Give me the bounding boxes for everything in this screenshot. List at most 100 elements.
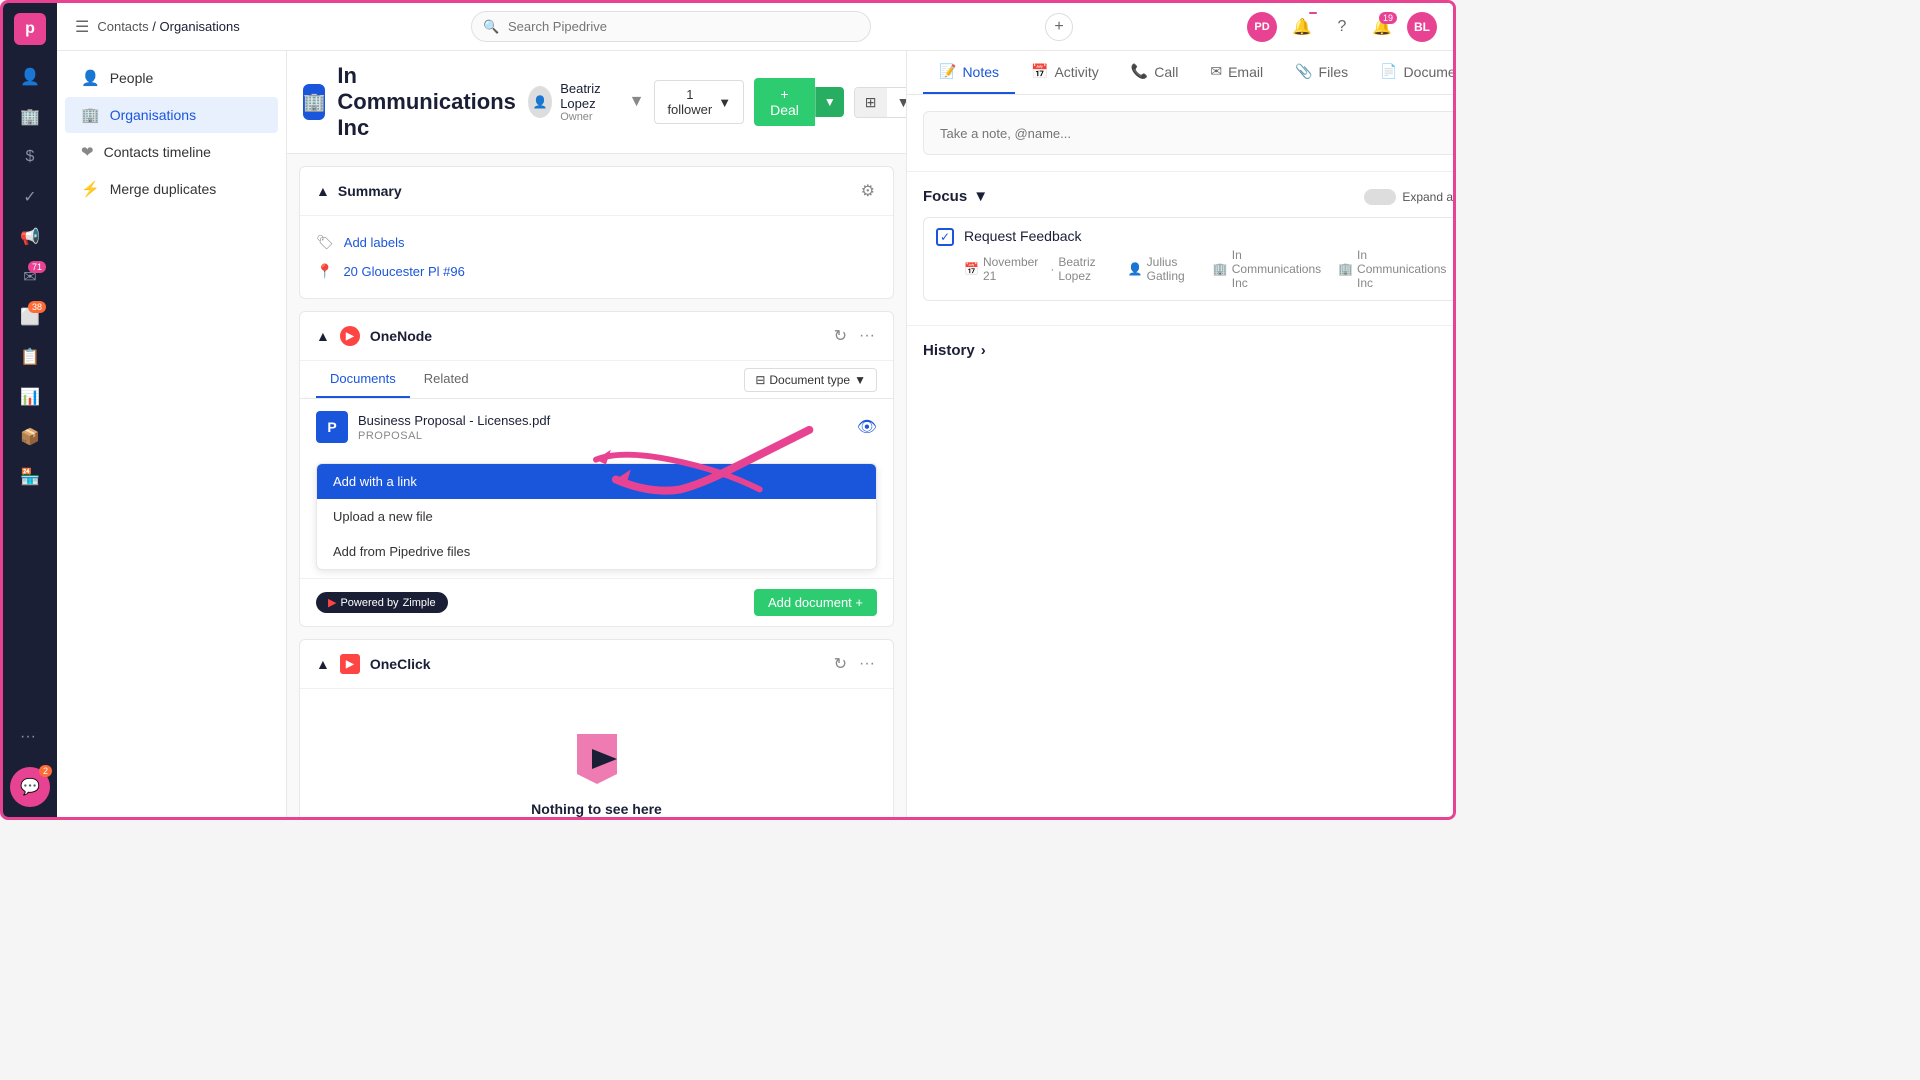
org2-text: In Communications Inc bbox=[1357, 248, 1451, 290]
tab-files[interactable]: 📎 Files bbox=[1279, 51, 1364, 94]
deal-button[interactable]: + Deal bbox=[754, 78, 815, 126]
tab-documents[interactable]: 📄 Documents bbox=[1364, 51, 1453, 94]
inbox-badge: 71 bbox=[28, 261, 46, 273]
oneclick-empty-state: Nothing to see here No buttons visible i… bbox=[300, 689, 893, 817]
task-person: 👤 Julius Gatling bbox=[1128, 255, 1201, 283]
upload-new-file-item[interactable]: Upload a new file bbox=[317, 499, 876, 534]
zimple-icon: ▶ bbox=[328, 596, 336, 609]
task-assignee: · Beatriz Lopez bbox=[1050, 255, 1115, 283]
note-input[interactable] bbox=[923, 111, 1453, 155]
expand-all-toggle[interactable]: Expand all items bbox=[1364, 189, 1453, 205]
onenode-refresh-button[interactable]: ↻ bbox=[832, 324, 849, 348]
nav-item-organisations[interactable]: 🏢 Organisations bbox=[65, 97, 278, 133]
sidebar-icon-more[interactable]: ··· bbox=[10, 719, 46, 755]
doc-icon: P bbox=[316, 411, 348, 443]
location-icon: 📍 bbox=[316, 263, 333, 280]
merge-icon: ⚡ bbox=[81, 180, 100, 198]
toggle-switch[interactable] bbox=[1364, 189, 1396, 205]
sidebar-icon-analytics[interactable]: 📊 bbox=[12, 379, 48, 415]
share-icon-btn[interactable]: 🔔 bbox=[1287, 12, 1317, 42]
sidebar-icon-marketplace[interactable]: 🏪 bbox=[12, 459, 48, 495]
follower-button[interactable]: 1 follower ▼ bbox=[654, 80, 744, 124]
sidebar-icon-deals[interactable]: $ bbox=[12, 139, 48, 175]
add-labels-item[interactable]: 🏷 Add labels bbox=[316, 228, 877, 257]
grid-view-button[interactable]: ⊞ bbox=[855, 88, 887, 117]
right-panel: 📝 Notes 📅 Activity 📞 Call ✉ Email bbox=[907, 51, 1453, 817]
activity-tab-icon: 📅 bbox=[1031, 63, 1048, 80]
view-toggle: ⊞ ▼ bbox=[854, 87, 907, 118]
history-chevron-icon: › bbox=[981, 342, 986, 359]
user-avatar[interactable]: BL bbox=[1407, 12, 1437, 42]
deal-button-arrow[interactable]: ▼ bbox=[815, 87, 844, 117]
breadcrumb-contacts[interactable]: Contacts bbox=[97, 19, 148, 34]
history-title[interactable]: History › bbox=[923, 342, 1453, 359]
user-icon: 👤 bbox=[1128, 262, 1143, 276]
sidebar-icon-tasks[interactable]: ✓ bbox=[12, 179, 48, 215]
nav-item-contacts-timeline[interactable]: ❤ Contacts timeline bbox=[65, 134, 278, 170]
address-item[interactable]: 📍 20 Gloucester Pl #96 bbox=[316, 257, 877, 286]
documents-tab-icon: 📄 bbox=[1380, 63, 1397, 80]
oneclick-actions: ↻ ··· bbox=[832, 652, 877, 676]
nav-panel: 👤 People 🏢 Organisations ❤ Contacts time… bbox=[57, 51, 287, 817]
document-type-filter[interactable]: ⊟ Document type ▼ bbox=[744, 368, 877, 392]
focus-label: Focus bbox=[923, 188, 967, 205]
sidebar-icon-inbox[interactable]: ✉ 71 bbox=[12, 259, 48, 295]
onenode-more-button[interactable]: ··· bbox=[857, 325, 877, 347]
sidebar-icon-campaigns[interactable]: 📢 bbox=[12, 219, 48, 255]
oneclick-refresh-button[interactable]: ↻ bbox=[832, 652, 849, 676]
summary-body: 🏷 Add labels 📍 20 Gloucester Pl #96 bbox=[300, 216, 893, 298]
breadcrumb: Contacts / Organisations bbox=[97, 19, 239, 34]
focus-title: Focus ▼ bbox=[923, 188, 988, 205]
summary-actions: ⚙ bbox=[859, 179, 877, 203]
chat-button[interactable]: 💬 2 bbox=[10, 767, 50, 807]
follower-label: 1 follower bbox=[667, 87, 712, 117]
email-tab-icon: ✉ bbox=[1210, 63, 1222, 80]
filter-chevron-icon: ▼ bbox=[854, 373, 866, 387]
search-input[interactable] bbox=[471, 11, 871, 42]
task-meta: 📅 November 21 · Beatriz Lopez 👤 Julius G bbox=[964, 248, 1451, 290]
tab-notes[interactable]: 📝 Notes bbox=[923, 51, 1015, 94]
tab-activity[interactable]: 📅 Activity bbox=[1015, 51, 1115, 94]
owner-details: Beatriz Lopez Owner bbox=[560, 81, 620, 123]
add-document-button[interactable]: Add document + bbox=[754, 589, 877, 616]
help-icon-btn[interactable]: ? bbox=[1327, 12, 1357, 42]
task-checkbox[interactable]: ✓ bbox=[936, 228, 954, 246]
deals-icon: $ bbox=[26, 148, 35, 166]
tab-documents[interactable]: Documents bbox=[316, 361, 410, 398]
oneclick-more-button[interactable]: ··· bbox=[857, 653, 877, 675]
tab-related[interactable]: Related bbox=[410, 361, 483, 398]
person-text: Julius Gatling bbox=[1147, 255, 1201, 283]
focus-chevron-icon[interactable]: ▼ bbox=[973, 188, 988, 205]
sidebar-icon-contacts[interactable]: 👤 bbox=[12, 59, 48, 95]
view-toggle-chevron[interactable]: ▼ bbox=[887, 88, 907, 116]
add-with-link-item[interactable]: Add with a link bbox=[317, 464, 876, 499]
onenode-actions: ↻ ··· bbox=[832, 324, 877, 348]
add-button[interactable]: + bbox=[1045, 13, 1073, 41]
sidebar-icon-pipeline[interactable]: ⬜ 38 bbox=[12, 299, 48, 335]
header-actions: 👤 Beatriz Lopez Owner ▼ 1 follower ▼ bbox=[528, 78, 907, 126]
nav-item-people[interactable]: 👤 People bbox=[65, 60, 278, 96]
tab-call[interactable]: 📞 Call bbox=[1115, 51, 1195, 94]
profile-icon-btn[interactable]: PD bbox=[1247, 12, 1277, 42]
timeline-icon: ❤ bbox=[81, 143, 94, 161]
sidebar-icon-products[interactable]: 📦 bbox=[12, 419, 48, 455]
nav-item-merge-duplicates[interactable]: ⚡ Merge duplicates bbox=[65, 171, 278, 207]
sidebar-icon-templates[interactable]: 📋 bbox=[12, 339, 48, 375]
hamburger-icon[interactable]: ☰ bbox=[75, 17, 89, 37]
summary-settings-button[interactable]: ⚙ bbox=[859, 179, 877, 203]
app-logo[interactable]: p bbox=[14, 13, 46, 45]
sidebar-icon-organisations[interactable]: 🏢 bbox=[12, 99, 48, 135]
email-tab-label: Email bbox=[1228, 64, 1263, 80]
notifications-icon-btn[interactable]: 🔔 19 bbox=[1367, 12, 1397, 42]
marketplace-icon: 🏪 bbox=[20, 467, 40, 487]
doc-eye-icon[interactable]: 👁 bbox=[857, 417, 877, 437]
onenode-footer: ▶ Powered by Zimple Add document + bbox=[300, 578, 893, 626]
assignee-text: Beatriz Lopez bbox=[1058, 255, 1115, 283]
add-from-pipedrive-item[interactable]: Add from Pipedrive files bbox=[317, 534, 876, 569]
tab-email[interactable]: ✉ Email bbox=[1194, 51, 1279, 94]
chat-icon: 💬 bbox=[20, 777, 40, 797]
owner-dropdown-icon[interactable]: ▼ bbox=[629, 93, 645, 111]
nav-items: 👤 People 🏢 Organisations ❤ Contacts time… bbox=[57, 51, 286, 817]
task-content: Request Feedback 📅 November 21 · Beatriz… bbox=[964, 228, 1451, 290]
main-content: ☰ Contacts / Organisations 🔍 + PD 🔔 bbox=[57, 3, 1453, 817]
